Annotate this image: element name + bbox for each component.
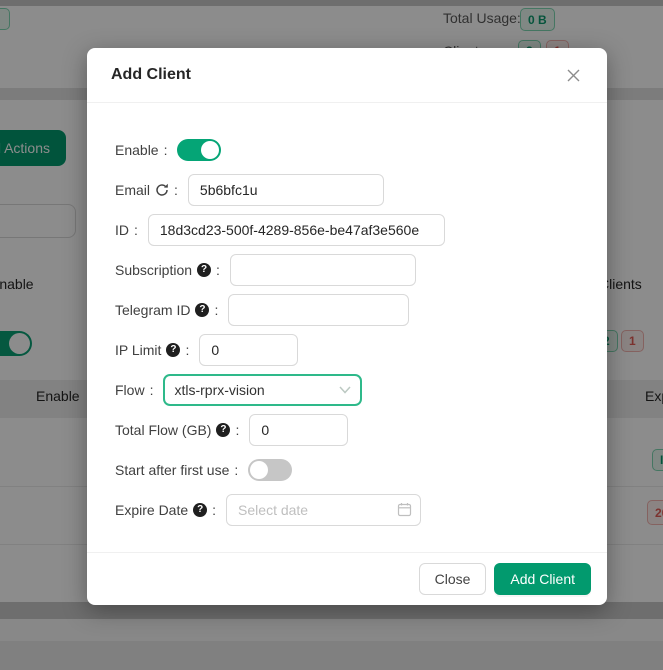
regenerate-email-icon[interactable] <box>155 183 169 197</box>
help-icon[interactable]: ? <box>197 263 211 277</box>
expire-date-picker[interactable] <box>226 494 421 526</box>
close-icon[interactable] <box>562 64 585 87</box>
subscription-label: Subscription ?: <box>115 262 220 278</box>
modal-body: Enable: Email : ID: <box>87 103 607 526</box>
toggle-knob <box>250 461 268 479</box>
add-client-button[interactable]: Add Client <box>494 563 591 595</box>
expire-date-label: Expire Date ?: <box>115 502 216 518</box>
email-input[interactable] <box>188 174 384 206</box>
field-row-expire-date: Expire Date ?: <box>115 494 607 526</box>
enable-label: Enable: <box>115 142 167 158</box>
app-window: Total Usage: 0 B Clients: 2 1 General Ac… <box>0 0 663 670</box>
id-input[interactable] <box>148 214 445 246</box>
modal-footer: Close Add Client <box>87 552 607 605</box>
total-flow-input[interactable] <box>249 414 348 446</box>
flow-label: Flow: <box>115 382 153 398</box>
help-icon[interactable]: ? <box>216 423 230 437</box>
expire-date-input[interactable] <box>226 494 421 526</box>
ip-limit-input[interactable] <box>199 334 298 366</box>
modal-header: Add Client <box>87 48 607 103</box>
field-row-enable: Enable: <box>115 134 607 166</box>
close-button[interactable]: Close <box>419 563 487 595</box>
ip-limit-label: IP Limit ?: <box>115 342 189 358</box>
total-flow-label: Total Flow (GB) ?: <box>115 422 239 438</box>
field-row-telegram: Telegram ID ?: <box>115 294 607 326</box>
field-row-ip-limit: IP Limit ?: <box>115 334 607 366</box>
email-label: Email : <box>115 182 178 198</box>
telegram-id-input[interactable] <box>228 294 409 326</box>
flow-select-value: xtls-rprx-vision <box>174 382 264 398</box>
help-icon[interactable]: ? <box>193 503 207 517</box>
chevron-down-icon <box>339 386 351 394</box>
toggle-knob <box>201 141 219 159</box>
field-row-subscription: Subscription ?: <box>115 254 607 286</box>
help-icon[interactable]: ? <box>195 303 209 317</box>
add-client-modal: Add Client Enable: Email : <box>87 48 607 605</box>
field-row-total-flow: Total Flow (GB) ?: <box>115 414 607 446</box>
field-row-start-after-first-use: Start after first use: <box>115 454 607 486</box>
field-row-flow: Flow: xtls-rprx-vision <box>115 374 607 406</box>
id-label: ID: <box>115 222 138 238</box>
enable-toggle[interactable] <box>177 139 221 161</box>
help-icon[interactable]: ? <box>166 343 180 357</box>
calendar-icon <box>397 502 412 522</box>
flow-select[interactable]: xtls-rprx-vision <box>163 374 362 406</box>
start-after-first-use-label: Start after first use: <box>115 462 238 478</box>
field-row-id: ID: <box>115 214 607 246</box>
subscription-input[interactable] <box>230 254 416 286</box>
start-after-first-use-toggle[interactable] <box>248 459 292 481</box>
telegram-label: Telegram ID ?: <box>115 302 218 318</box>
modal-title: Add Client <box>111 66 191 84</box>
field-row-email: Email : <box>115 174 607 206</box>
